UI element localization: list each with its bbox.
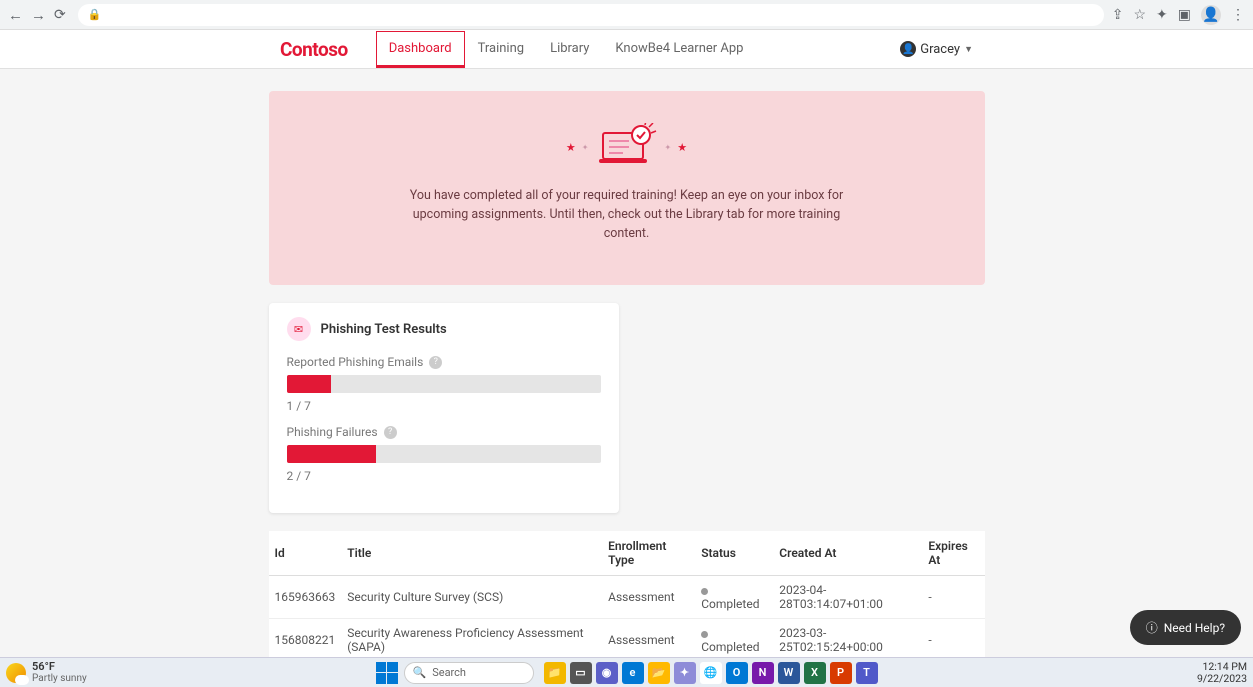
metric-value: 1 / 7 [287,399,601,413]
table-header[interactable]: Status [695,531,773,576]
help-icon[interactable]: ? [429,356,442,369]
forward-button[interactable]: → [31,6,46,24]
back-button[interactable]: ← [8,6,23,24]
cell-type: Assessment [602,576,695,619]
tab-dashboard[interactable]: Dashboard [376,31,465,68]
weather-temp: 56°F [32,661,87,673]
progress-bar [287,375,601,393]
star-icon: ★ [677,141,687,154]
user-menu[interactable]: 👤 Gracey ▼ [900,41,973,57]
phishing-metric: Reported Phishing Emails? 1 / 7 [287,355,601,413]
cell-created: 2023-04-28T03:14:07+01:00 [773,576,922,619]
cell-expires: - [922,576,984,619]
training-table: IdTitleEnrollment TypeStatusCreated AtEx… [269,531,985,657]
taskbar-app-0[interactable]: 📁 [544,662,566,684]
banner-text: You have completed all of your required … [407,187,847,243]
card-title: Phishing Test Results [321,322,447,337]
cell-status: Completed [695,619,773,657]
user-name: Gracey [920,42,960,57]
table-row: 156808221 Security Awareness Proficiency… [269,619,985,657]
chevron-down-icon: ▼ [964,44,973,55]
table-header[interactable]: Created At [773,531,922,576]
taskbar-app-7[interactable]: O [726,662,748,684]
tab-training[interactable]: Training [465,31,537,68]
table-header[interactable]: Expires At [922,531,984,576]
start-button[interactable] [376,662,398,684]
bookmark-icon[interactable]: ☆ [1133,7,1146,23]
cell-created: 2023-03-25T02:15:24+00:00 [773,619,922,657]
taskbar-app-4[interactable]: 📂 [648,662,670,684]
metric-label: Reported Phishing Emails [287,355,424,369]
browser-toolbar: ← → ⟳ 🔒 ⇪ ☆ ✦ ▣ 👤 ⋮ [0,0,1253,30]
progress-bar [287,445,601,463]
weather-condition: Partly sunny [32,673,87,684]
cell-status: Completed [695,576,773,619]
brand-logo: Contoso [280,38,348,61]
taskbar-app-5[interactable]: ✦ [674,662,696,684]
side-panel-icon[interactable]: ▣ [1178,7,1191,23]
clock-date: 9/22/2023 [1197,673,1247,685]
reload-button[interactable]: ⟳ [54,7,66,23]
table-header[interactable]: Title [341,531,602,576]
progress-fill [287,445,377,463]
windows-taskbar: 56°F Partly sunny 🔍 Search 📁▭◉e📂✦🌐ONWXPT… [0,657,1253,687]
taskbar-app-9[interactable]: W [778,662,800,684]
user-icon: 👤 [900,41,916,57]
metric-label: Phishing Failures [287,425,378,439]
star-icon: ★ [566,141,576,154]
taskbar-app-12[interactable]: T [856,662,878,684]
phishing-metric: Phishing Failures? 2 / 7 [287,425,601,483]
sparkle-icon: ✦ [582,143,589,152]
table-header[interactable]: Id [269,531,342,576]
table-header[interactable]: Enrollment Type [602,531,695,576]
cell-id: 165963663 [269,576,342,619]
cell-id: 156808221 [269,619,342,657]
banner-illustration: ★ ✦ ✦ ★ [329,123,925,171]
status-dot-icon [701,588,708,595]
more-icon[interactable]: ⋮ [1231,7,1245,23]
nav-tabs: DashboardTrainingLibraryKnowBe4 Learner … [376,31,757,68]
weather-widget[interactable]: 56°F Partly sunny [6,661,87,684]
search-icon: 🔍 [413,666,427,679]
taskbar-app-8[interactable]: N [752,662,774,684]
sparkle-icon: ✦ [665,143,672,152]
phishing-results-card: ✉ Phishing Test Results Reported Phishin… [269,303,619,513]
app-header: Contoso DashboardTrainingLibraryKnowBe4 … [0,30,1253,69]
cell-expires: - [922,619,984,657]
table-row: 165963663 Security Culture Survey (SCS) … [269,576,985,619]
taskbar-search[interactable]: 🔍 Search [404,662,534,684]
taskbar-app-2[interactable]: ◉ [596,662,618,684]
need-help-label: Need Help? [1164,621,1225,635]
taskbar-app-10[interactable]: X [804,662,826,684]
progress-fill [287,375,332,393]
share-icon[interactable]: ⇪ [1112,7,1124,23]
cell-title: Security Culture Survey (SCS) [341,576,602,619]
tab-knowbe4-learner-app[interactable]: KnowBe4 Learner App [602,31,756,68]
need-help-button[interactable]: ⓘ Need Help? [1130,610,1241,645]
cell-type: Assessment [602,619,695,657]
weather-icon [6,663,26,683]
lock-icon: 🔒 [88,8,102,21]
taskbar-app-6[interactable]: 🌐 [700,662,722,684]
metric-value: 2 / 7 [287,469,601,483]
taskbar-app-1[interactable]: ▭ [570,662,592,684]
laptop-check-icon [595,123,659,171]
cell-title: Security Awareness Proficiency Assessmen… [341,619,602,657]
taskbar-app-3[interactable]: e [622,662,644,684]
taskbar-app-11[interactable]: P [830,662,852,684]
completion-banner: ★ ✦ ✦ ★ [269,91,985,285]
address-bar[interactable]: 🔒 [78,4,1104,26]
tab-library[interactable]: Library [537,31,602,68]
search-placeholder: Search [432,666,466,679]
system-clock[interactable]: 12:14 PM 9/22/2023 [1197,661,1247,684]
status-dot-icon [701,631,708,638]
clock-time: 12:14 PM [1197,661,1247,673]
envelope-icon: ✉ [287,317,311,341]
profile-avatar[interactable]: 👤 [1201,5,1221,25]
extensions-icon[interactable]: ✦ [1156,7,1168,23]
help-icon[interactable]: ? [384,426,397,439]
info-icon: ⓘ [1146,619,1158,636]
